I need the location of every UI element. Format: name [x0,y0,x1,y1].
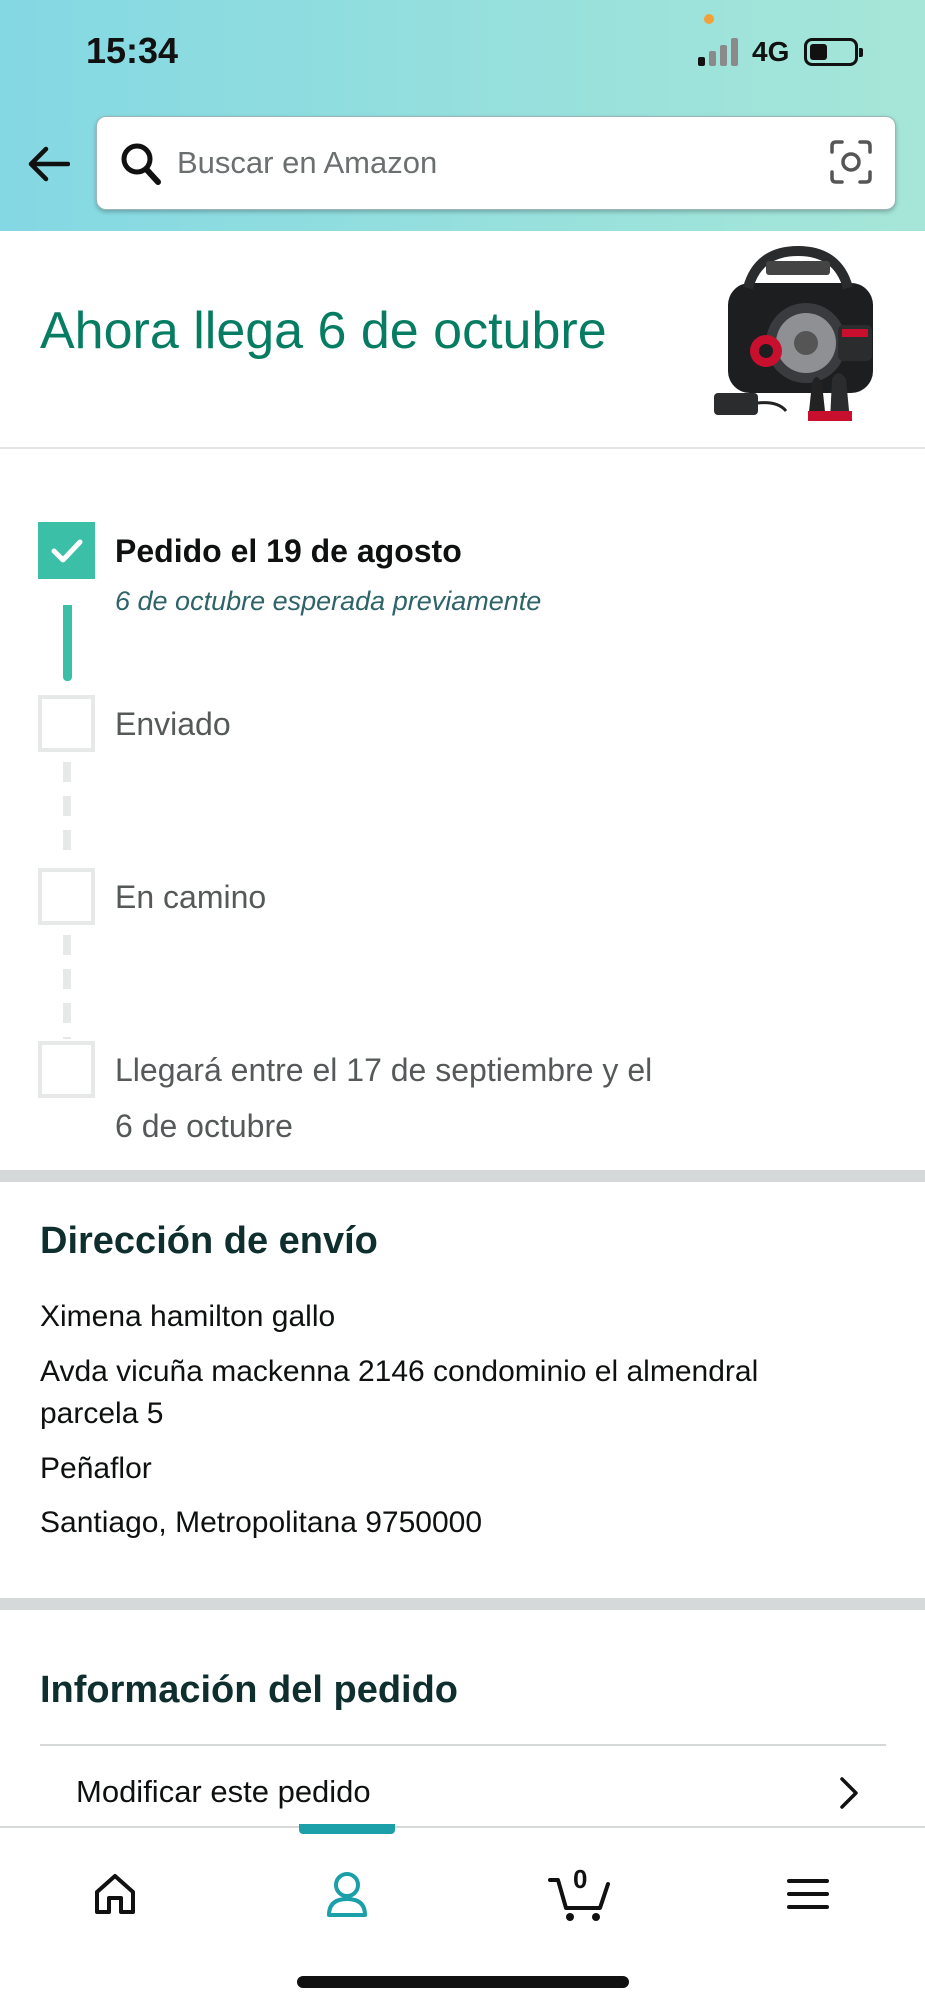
recording-dot-icon [704,14,714,24]
header-bar: 15:34 4G Buscar en Amazon [0,0,925,231]
address-street-2: parcela 5 [40,1397,164,1430]
address-region: Santiago, Metropolitana 9750000 [40,1506,483,1539]
step-checkbox-shipped [38,695,95,752]
modify-order-link[interactable]: Modificar este pedido [40,1746,886,1826]
address-name: Ximena hamilton gallo [40,1300,336,1333]
bottom-nav: 0 [0,1824,925,2000]
nav-home[interactable] [80,1864,150,1924]
step-arrival-label-line2: 6 de octubre [115,1108,293,1144]
back-button[interactable] [24,140,72,188]
menu-icon [787,1879,829,1909]
nav-cart[interactable]: 0 [543,1864,617,1924]
nav-account[interactable] [312,1864,382,1924]
arrival-section: Ahora llega 6 de octubre [0,231,925,449]
address-city: Peñaflor [40,1452,152,1485]
chevron-right-icon [840,1777,858,1809]
section-divider [0,1598,925,1610]
home-indicator [297,1976,629,1988]
step-ordered-sub: 6 de octubre esperada previamente [115,586,542,616]
address-title: Dirección de envío [40,1220,378,1262]
arrival-title: Ahora llega 6 de octubre [40,302,607,360]
modify-order-label: Modificar este pedido [76,1774,371,1809]
step-in-transit-label: En camino [115,879,267,915]
section-divider [0,1170,925,1182]
step-check-done [38,522,95,579]
pending-line [63,762,71,858]
checkmark-icon [51,539,82,562]
product-image[interactable] [708,243,888,433]
active-tab-indicator [299,1824,395,1834]
search-bar[interactable]: Buscar en Amazon [96,116,896,210]
address-street: Avda vicuña mackenna 2146 condominio el … [40,1355,759,1388]
pending-line [63,935,71,1039]
network-type: 4G [752,36,790,67]
nav-menu[interactable] [773,1864,843,1924]
cart-count: 0 [573,1864,588,1894]
home-icon [95,1874,135,1914]
cellular-signal-icon [698,38,742,66]
step-arrival-label: Llegará entre el 17 de septiembre y el [115,1052,653,1088]
step-ordered-label: Pedido el 19 de agosto [115,533,462,569]
search-icon [121,143,161,185]
arrow-left-icon [28,146,70,182]
step-checkbox-arrival [38,1041,95,1098]
camera-scan-icon[interactable] [829,139,873,185]
status-time: 15:34 [86,30,179,71]
account-icon [327,1872,367,1917]
search-input[interactable]: Buscar en Amazon [177,145,437,181]
progress-line [63,605,72,681]
order-info-title: Información del pedido [40,1669,459,1711]
step-checkbox-in-transit [38,868,95,925]
step-shipped-label: Enviado [115,706,231,742]
battery-icon [804,38,863,66]
